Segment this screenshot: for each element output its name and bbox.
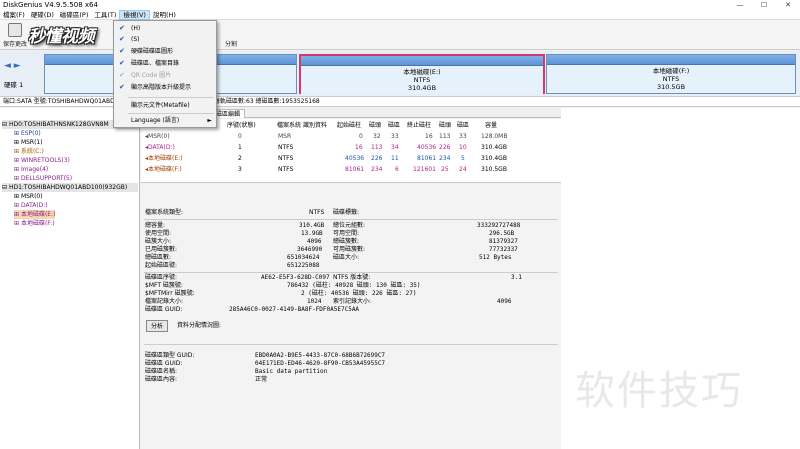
partition-block-e[interactable]: 本地磁碟(E:) NTFS 310.4GB	[299, 54, 545, 94]
view-menu-item-disk-graph[interactable]: ✔ 硬碟磁碟區圖形	[114, 46, 216, 57]
submenu-arrow-icon: ►	[207, 117, 212, 124]
tree-item[interactable]: ⊞ 系統(C:)	[14, 147, 44, 156]
save-changes-label: 保存更改	[2, 41, 27, 48]
tree-disk-hd1[interactable]: ⊟ HD1:TOSHIBAHDWQ01ABD100(932GB)	[2, 183, 138, 192]
partition-label: 分割	[224, 41, 237, 48]
partition-table: 磁碟標籤 序號(狀態) 檔案系統 識別資料 起始磁柱 磁頭 磁區 終止磁柱 磁頭…	[141, 119, 561, 183]
table-row[interactable]: ◂ 本地磁碟(F:) 3 NTFS 81061 234 6 121601 25 …	[141, 165, 561, 175]
tree-item[interactable]: ⊞ Image(4)	[14, 165, 48, 174]
view-menu-dropdown: ✔ (H) ✔ (S) ✔ 硬碟磁碟區圖形 ✔ 磁碟區、檔案目錄 ✔ QR Co…	[113, 20, 217, 128]
save-icon	[8, 23, 22, 37]
window-title: DiskGenius V4.9.5.508 x64	[3, 1, 98, 9]
close-button[interactable]: ✕	[776, 1, 800, 9]
minimize-button[interactable]: —	[728, 1, 752, 9]
check-icon: ✔	[119, 47, 125, 55]
tree-item[interactable]: ⊞ MSR(1)	[14, 138, 43, 147]
partition-f-name: 本地磁碟(F:)	[652, 67, 690, 75]
partition-f-fs: NTFS	[662, 75, 680, 83]
partition-f-size: 310.5GB	[656, 83, 686, 91]
menu-partition[interactable]: 磁碟區(P)	[57, 10, 92, 20]
tree-item[interactable]: ⊞ DELLSUPPORT(5)	[14, 174, 72, 183]
view-menu-item-file-dir[interactable]: ✔ 磁碟區、檔案目錄	[114, 58, 216, 69]
partition-e-size: 310.4GB	[407, 84, 437, 92]
table-row[interactable]: ◂ DATA(D:) 1 NTFS 16 113 34 40536 226 10…	[141, 143, 561, 153]
check-icon: ✔	[119, 24, 125, 32]
analyze-button[interactable]: 分析	[146, 320, 168, 332]
view-menu-item-metafile[interactable]: 顯示元文件(Metafile)	[114, 100, 216, 111]
tree-item-selected[interactable]: ⊞ 本地磁碟(E:)	[14, 210, 56, 219]
partition-block-f[interactable]: 本地磁碟(F:) NTFS 310.5GB	[546, 54, 796, 94]
tree-item[interactable]: ⊞ 本地磁碟(F:)	[14, 219, 55, 228]
menu-view[interactable]: 檢視(V)	[119, 9, 150, 20]
tree-item[interactable]: ⊞ MSR(0)	[14, 192, 43, 201]
partition-e-name: 本地磁碟(E:)	[403, 68, 441, 76]
tree-item[interactable]: ⊞ WINRETOOLS(3)	[14, 156, 70, 165]
save-changes-button[interactable]: 保存更改	[2, 23, 28, 49]
tree-item[interactable]: ⊞ ESP(0)	[14, 129, 41, 138]
menu-disk[interactable]: 硬碟(D)	[28, 10, 57, 20]
video-logo: 秒懂视频	[28, 27, 95, 47]
disk-tree: ⊟ HD0:TOSHIBATHNSNK128GVN8M ⊞ ESP(0) ⊞ M…	[0, 108, 140, 449]
view-menu-item[interactable]: ✔ (H)	[114, 23, 216, 34]
partition-details: 檔案系統類型: NTFS 磁碟標籤: 總容量: 310.4GB 使用空間: 13…	[141, 184, 561, 449]
partition-icon	[224, 23, 238, 37]
watermark: 软件技巧	[575, 368, 743, 414]
alloc-map-label: 資料分配情況圖:	[177, 322, 222, 329]
check-icon: ✔	[119, 83, 125, 91]
view-menu-item-qr[interactable]: ✔ QR Code 圖片	[114, 70, 216, 81]
window-controls: — ☐ ✕	[728, 1, 800, 9]
maximize-button[interactable]: ☐	[752, 1, 776, 9]
menu-bar: 檔案(F) 硬碟(D) 磁碟區(P) 工具(T) 檢視(V) 說明(H)	[0, 9, 800, 20]
menu-tools[interactable]: 工具(T)	[91, 10, 119, 20]
tree-item[interactable]: ⊞ DATA(D:)	[14, 201, 48, 210]
title-bar: DiskGenius V4.9.5.508 x64 — ☐ ✕	[0, 0, 800, 10]
view-menu-item-upgrade-tip[interactable]: ✔ 顯示高階版本升級提示	[114, 82, 216, 93]
table-row[interactable]: ◂ 本地磁碟(E:) 2 NTFS 40536 226 11 81061 234…	[141, 154, 561, 164]
menu-help[interactable]: 說明(H)	[150, 10, 179, 20]
view-menu-item[interactable]: ✔ (S)	[114, 34, 216, 45]
partition-button[interactable]: 分割	[218, 23, 244, 49]
partition-e-fs: NTFS	[413, 76, 431, 84]
disk-nav-arrows[interactable]: ◄ ►	[4, 61, 21, 71]
disk-label: 硬碟 1	[4, 81, 24, 89]
menu-file[interactable]: 檔案(F)	[0, 10, 28, 20]
check-icon: ✔	[119, 59, 125, 67]
check-icon: ✔	[119, 71, 125, 79]
view-menu-item-language[interactable]: Language (語言) ►	[114, 115, 216, 126]
table-row[interactable]: ◂ MSR(0) 0 MSR 0 32 33 16 113 33 128.0MB	[141, 132, 561, 142]
check-icon: ✔	[119, 35, 125, 43]
